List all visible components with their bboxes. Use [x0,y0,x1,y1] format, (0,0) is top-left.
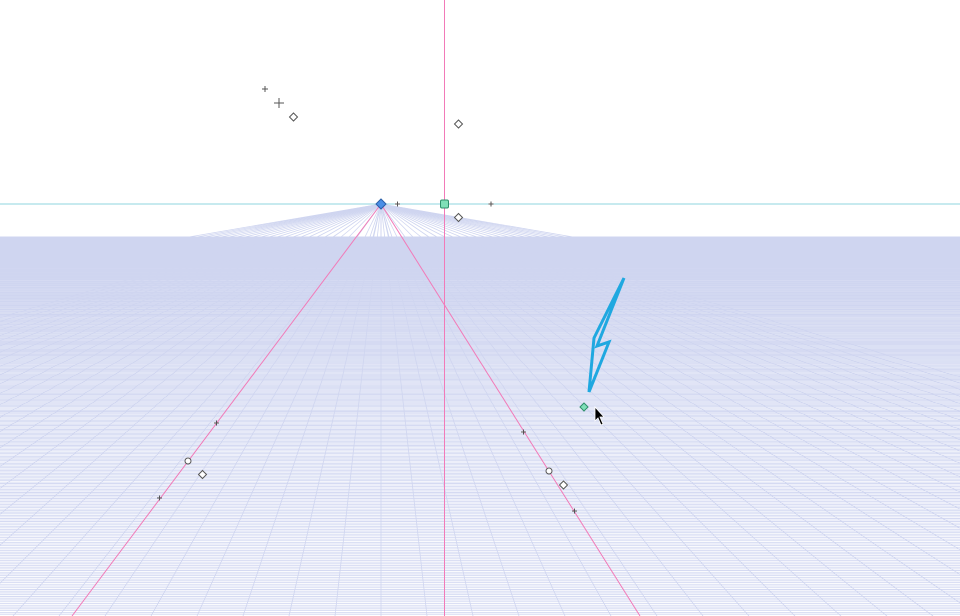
perspective-ruler-canvas[interactable] [0,0,960,616]
eye-level-square-handle[interactable] [440,199,449,209]
circle-handle-icon[interactable] [184,457,192,465]
guide-handle-right[interactable] [545,467,553,475]
perspective-grid [0,203,960,616]
